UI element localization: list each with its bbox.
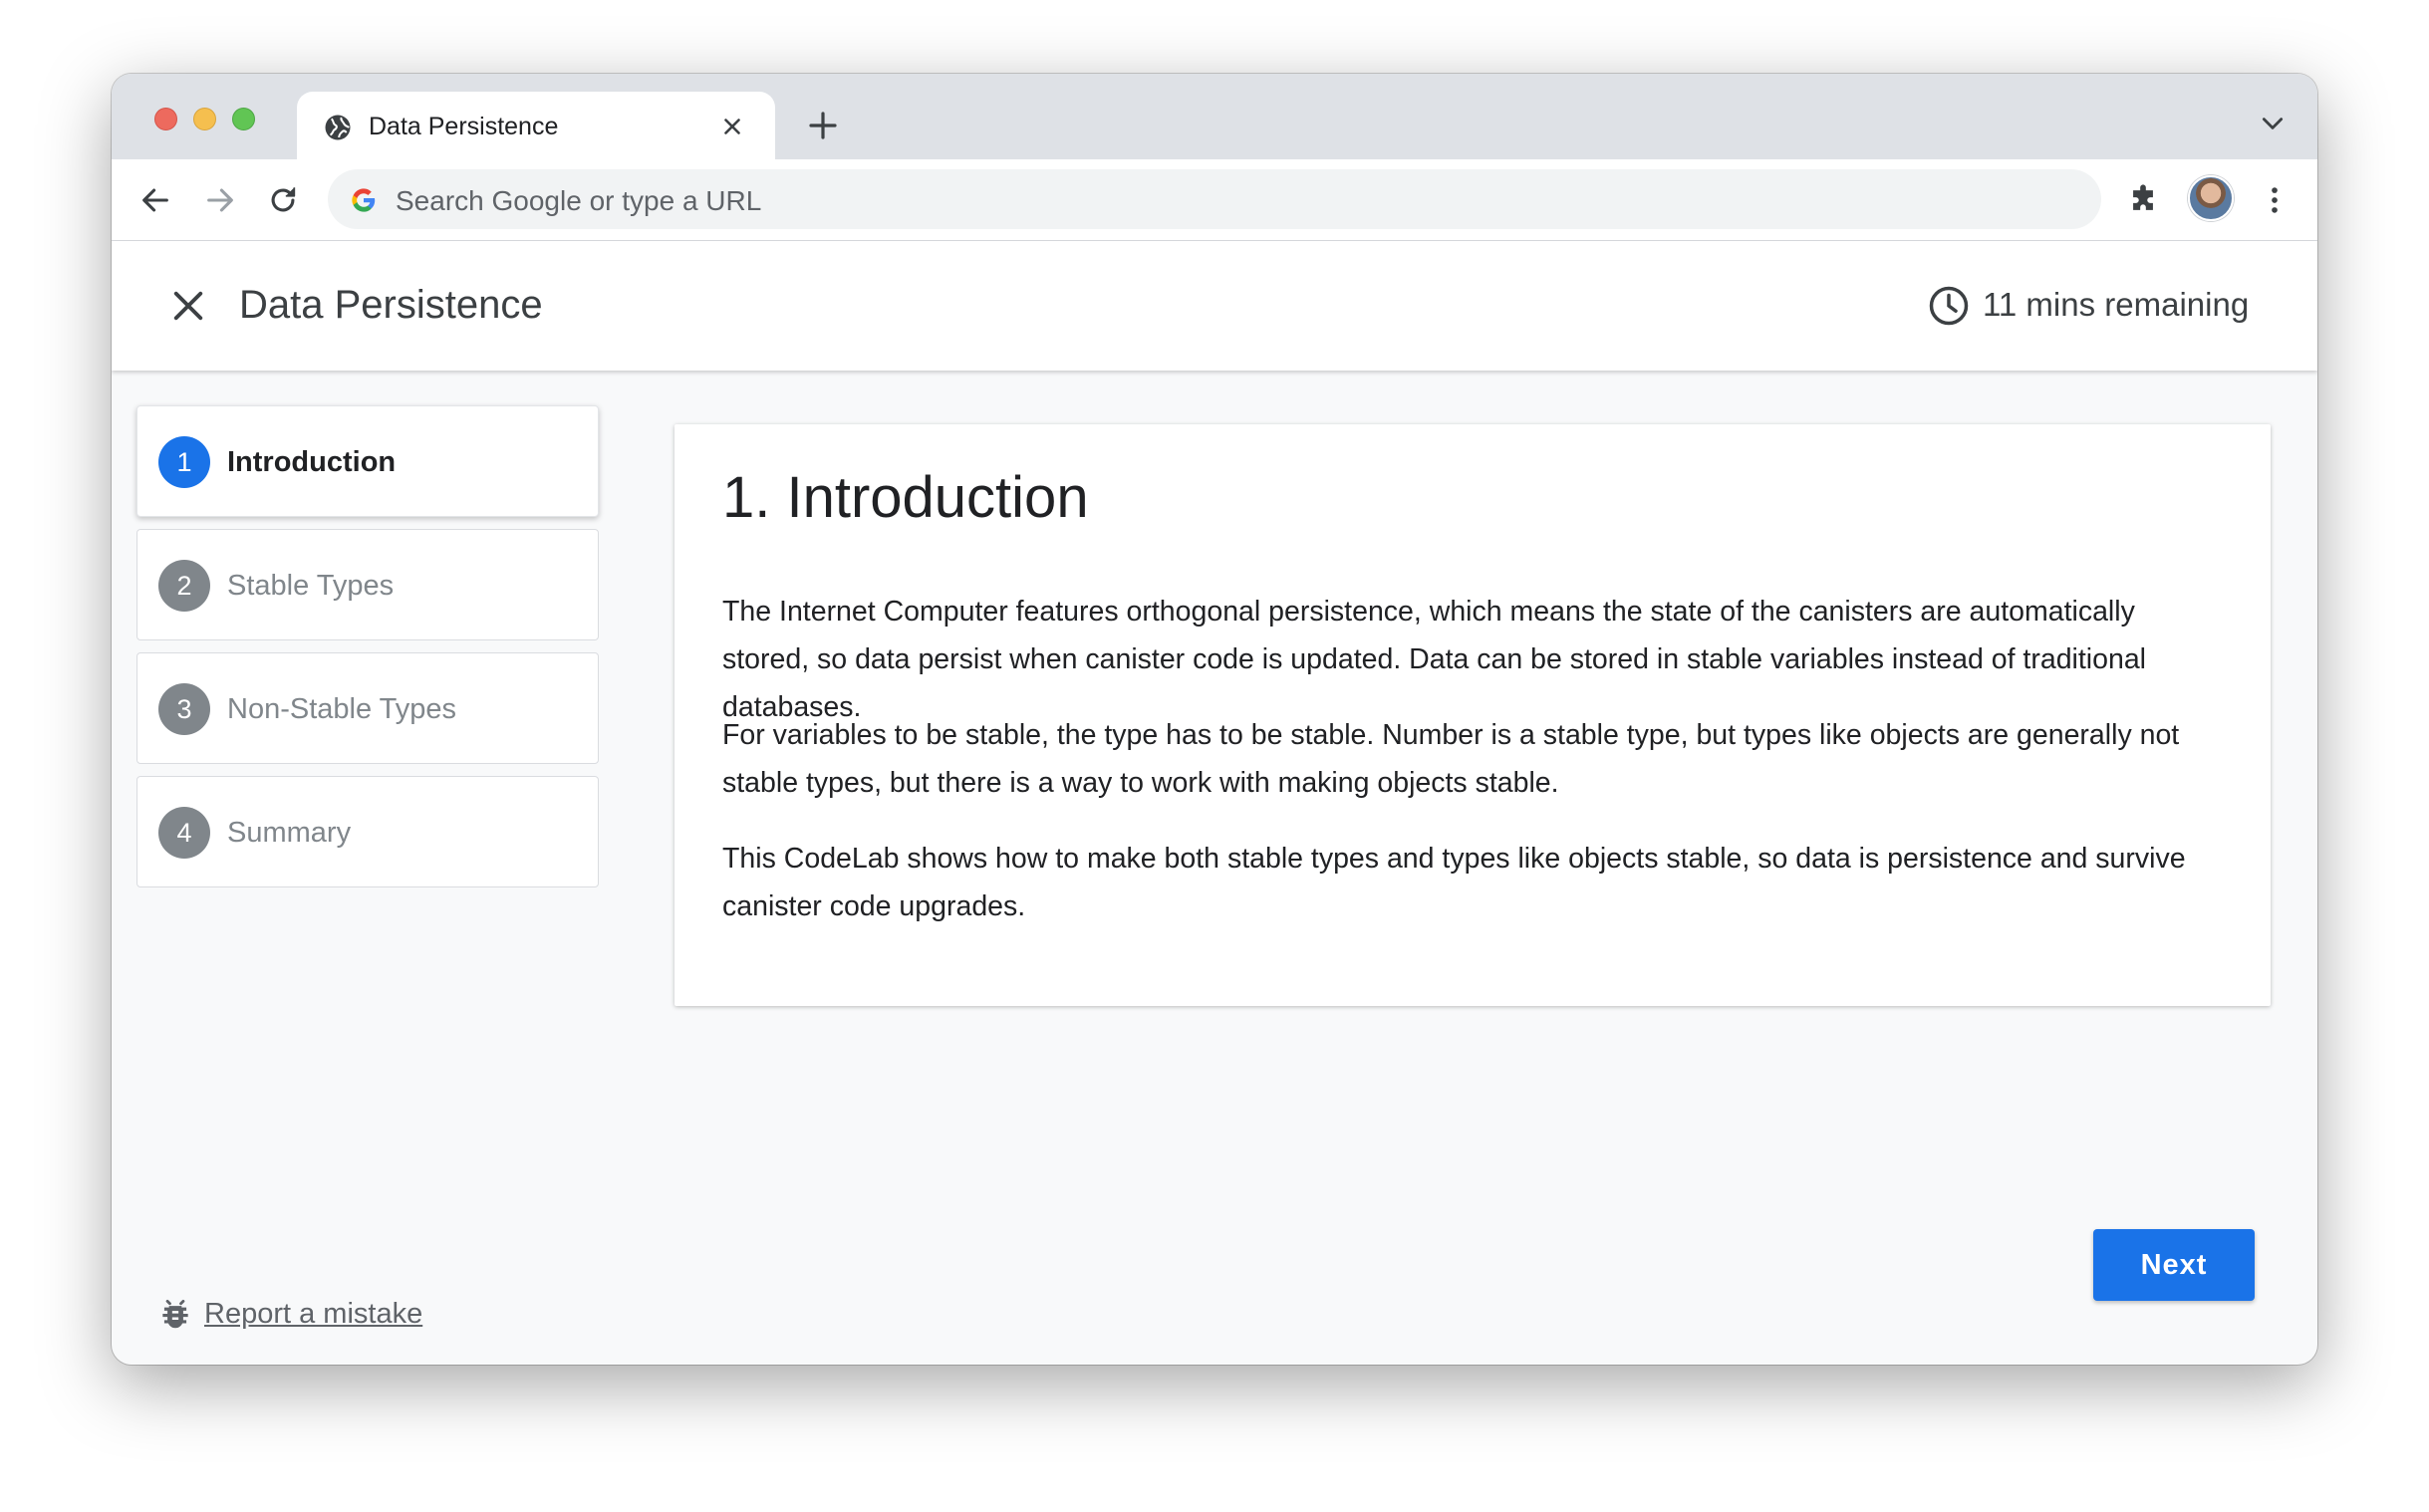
omnibox-placeholder: Search Google or type a URL bbox=[396, 185, 762, 216]
step-item-summary[interactable]: 4 Summary bbox=[136, 776, 599, 887]
codelab-header: Data Persistence 11 mins remaining bbox=[112, 241, 2317, 371]
step-label: Non-Stable Types bbox=[227, 693, 456, 725]
step-label: Stable Types bbox=[227, 570, 395, 602]
browser-tab[interactable]: Data Persistence bbox=[297, 92, 775, 159]
step-item-non-stable-types[interactable]: 3 Non-Stable Types bbox=[136, 652, 599, 764]
google-icon bbox=[352, 188, 376, 212]
reload-icon[interactable] bbox=[266, 183, 300, 217]
minimize-window-button[interactable] bbox=[193, 108, 216, 130]
bug-icon bbox=[162, 1299, 188, 1329]
more-vert-icon[interactable] bbox=[2258, 183, 2292, 217]
step-number: 1 bbox=[158, 436, 210, 488]
step-number: 3 bbox=[158, 683, 210, 735]
close-window-button[interactable] bbox=[154, 108, 177, 130]
avatar[interactable] bbox=[2188, 175, 2234, 221]
forward-icon[interactable] bbox=[203, 183, 237, 217]
report-mistake-link[interactable]: Report a mistake bbox=[156, 1295, 422, 1333]
clock-icon bbox=[1929, 286, 1969, 326]
address-bar[interactable]: Search Google or type a URL bbox=[328, 169, 2101, 229]
step-item-introduction[interactable]: 1 Introduction bbox=[136, 405, 599, 517]
tab-title: Data Persistence bbox=[369, 113, 559, 140]
extensions-icon[interactable] bbox=[2126, 183, 2160, 217]
next-button[interactable]: Next bbox=[2093, 1229, 2255, 1301]
step-number: 4 bbox=[158, 807, 210, 859]
paragraph: The Internet Computer features orthogona… bbox=[722, 596, 2147, 723]
report-mistake-label: Report a mistake bbox=[204, 1297, 423, 1330]
chevron-down-icon[interactable] bbox=[2260, 114, 2286, 133]
globe-icon bbox=[325, 115, 351, 140]
step-label: Introduction bbox=[227, 446, 397, 478]
browser-window: Data Persistence Search Google or type a… bbox=[112, 74, 2317, 1365]
maximize-window-button[interactable] bbox=[232, 108, 255, 130]
paragraph: For variables to be stable, the type has… bbox=[722, 719, 2180, 799]
step-item-stable-types[interactable]: 2 Stable Types bbox=[136, 529, 599, 640]
content-card: 1. Introduction The Internet Computer fe… bbox=[675, 424, 2271, 1006]
plus-icon[interactable] bbox=[807, 110, 839, 141]
step-number: 2 bbox=[158, 560, 210, 612]
close-icon[interactable] bbox=[719, 114, 745, 139]
page-title: Data Persistence bbox=[239, 283, 543, 327]
time-remaining: 11 mins remaining bbox=[1983, 286, 2250, 323]
back-icon[interactable] bbox=[138, 183, 172, 217]
close-icon[interactable] bbox=[167, 285, 209, 327]
paragraph: This CodeLab shows how to make both stab… bbox=[722, 843, 2186, 922]
step-heading: 1. Introduction bbox=[722, 465, 1089, 530]
browser-toolbar: Search Google or type a URL bbox=[112, 159, 2317, 241]
step-label: Summary bbox=[227, 817, 352, 849]
tab-strip: Data Persistence bbox=[112, 74, 2317, 159]
